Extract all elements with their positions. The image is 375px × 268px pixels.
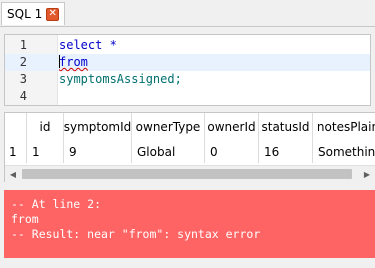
table-cell[interactable]: Global bbox=[132, 141, 205, 163]
column-header-statusid[interactable]: statusId bbox=[259, 113, 313, 141]
line-number: 2 bbox=[19, 55, 27, 69]
column-header-ownerid[interactable]: ownerId bbox=[205, 113, 259, 141]
horizontal-scrollbar[interactable]: ◀ ▶ bbox=[5, 165, 375, 182]
results-header-row: id symptomId ownerType ownerId statusId … bbox=[5, 113, 375, 141]
error-line: from bbox=[11, 212, 39, 226]
code-text-error: from bbox=[59, 54, 88, 71]
scroll-right-icon[interactable]: ▶ bbox=[359, 166, 375, 182]
table-cell[interactable]: 16 bbox=[259, 141, 313, 163]
scroll-left-icon[interactable]: ◀ bbox=[5, 166, 21, 182]
table-cell[interactable]: 9 bbox=[64, 141, 132, 163]
line-number: 4 bbox=[19, 89, 27, 103]
row-number[interactable]: 1 bbox=[5, 141, 27, 163]
syntax-error-underline: from bbox=[59, 55, 88, 69]
table-cell[interactable]: 1 bbox=[27, 141, 64, 163]
editor-line[interactable]: 3 symptomsAssigned; bbox=[5, 71, 370, 88]
column-header-symptomid[interactable]: symptomId bbox=[64, 113, 132, 141]
table-cell[interactable]: Something bbox=[313, 141, 375, 163]
editor-line[interactable]: 4 bbox=[5, 88, 370, 105]
tab-label: SQL 1 bbox=[7, 7, 43, 21]
tab-sql-1[interactable]: SQL 1 ✕ bbox=[1, 2, 65, 25]
error-message-panel: -- At line 2: from -- Result: near "from… bbox=[4, 190, 375, 258]
line-number: 1 bbox=[19, 38, 27, 52]
close-icon[interactable]: ✕ bbox=[46, 7, 60, 21]
editor-line[interactable]: 1 select * bbox=[5, 37, 370, 54]
table-row[interactable]: 1 1 9 Global 0 16 Something bbox=[5, 141, 375, 163]
results-grid[interactable]: id symptomId ownerType ownerId statusId … bbox=[4, 112, 375, 182]
row-number-header bbox=[5, 113, 27, 141]
table-cell[interactable]: 0 bbox=[205, 141, 259, 163]
sql-editor[interactable]: 1 select * 2 from 3 symptomsAssigned; 4 bbox=[4, 34, 371, 106]
code-text: symptomsAssigned; bbox=[59, 72, 182, 86]
scrollbar-thumb[interactable] bbox=[22, 169, 352, 179]
column-header-notesplain[interactable]: notesPlain bbox=[313, 113, 375, 141]
line-number: 3 bbox=[19, 72, 27, 86]
error-line: -- Result: near "from": syntax error bbox=[11, 227, 261, 241]
tab-bar: SQL 1 ✕ bbox=[0, 0, 375, 27]
column-header-ownertype[interactable]: ownerType bbox=[132, 113, 205, 141]
column-header-id[interactable]: id bbox=[27, 113, 64, 141]
editor-line-current[interactable]: 2 from bbox=[5, 54, 370, 71]
error-line: -- At line 2: bbox=[11, 197, 102, 211]
code-text: select * bbox=[59, 38, 117, 52]
